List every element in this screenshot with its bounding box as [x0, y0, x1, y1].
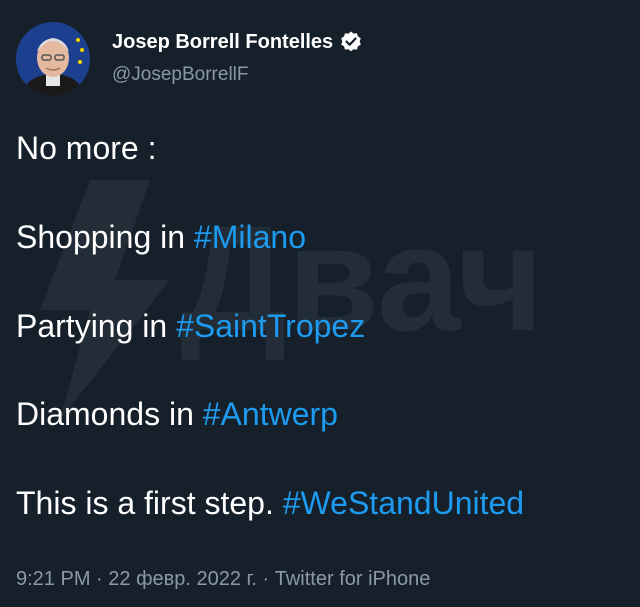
tweet-source[interactable]: Twitter for iPhone — [275, 568, 431, 590]
tweet-meta: 9:21 PM · 22 февр. 2022 г. · Twitter for… — [16, 568, 430, 591]
meta-separator: · — [90, 568, 109, 590]
tweet-text: No more : — [16, 130, 157, 166]
avatar[interactable] — [16, 22, 90, 96]
tweet-line-1: No more : — [16, 129, 626, 167]
tweet-text: Partying in — [16, 308, 177, 344]
hashtag-link[interactable]: #Milano — [194, 219, 306, 255]
tweet-text: This is a first step. — [16, 485, 283, 521]
tweet-line-5: This is a first step. #WeStandUnited — [16, 484, 626, 522]
hashtag-link[interactable]: #SaintTropez — [176, 308, 365, 344]
tweet-header: Josep Borrell Fontelles @JosepBorrellF — [16, 22, 616, 98]
verified-badge-icon — [341, 31, 361, 52]
watermark-logo: Двач — [40, 180, 544, 420]
tweet-date[interactable]: 22 февр. 2022 г. — [108, 568, 257, 590]
tweet-line-3: Partying in #SaintTropez — [16, 307, 626, 345]
meta-separator: · — [256, 568, 275, 590]
tweet-line-2: Shopping in #Milano — [16, 218, 626, 256]
hashtag-link[interactable]: #WeStandUnited — [283, 485, 524, 521]
tweet-text: Diamonds in — [16, 396, 203, 432]
user-handle[interactable]: @JosepBorrellF — [112, 64, 249, 86]
tweet-time[interactable]: 9:21 PM — [16, 568, 90, 590]
tweet-line-4: Diamonds in #Antwerp — [16, 395, 626, 433]
lightning-logo-icon — [40, 180, 170, 420]
tweet-text: Shopping in — [16, 219, 194, 255]
display-name[interactable]: Josep Borrell Fontelles — [112, 31, 333, 54]
hashtag-link[interactable]: #Antwerp — [203, 396, 338, 432]
